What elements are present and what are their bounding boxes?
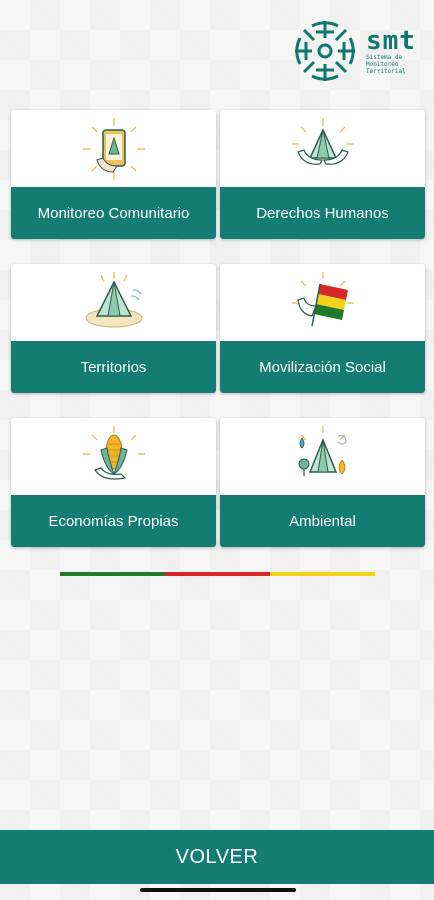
card-derechos-humanos[interactable]: Derechos Humanos	[220, 110, 425, 239]
flag-color-bar	[60, 572, 375, 576]
logo-subtitle: Sistema de Monitoreo Territorial	[366, 53, 406, 75]
logo-title: smt	[366, 25, 416, 56]
hut-landscape-icon	[85, 271, 142, 327]
phone-monitoring-icon	[82, 117, 145, 180]
fist-flag-icon	[291, 271, 354, 326]
card-monitoreo-comunitario[interactable]: Monitoreo Comunitario	[11, 110, 216, 239]
flag-green-segment	[60, 572, 165, 576]
card-label: Economías Propias	[11, 495, 216, 547]
card-label: Derechos Humanos	[220, 187, 425, 239]
corn-icon	[82, 425, 145, 480]
card-label: Territorios	[11, 341, 216, 393]
flag-red-segment	[165, 572, 270, 576]
card-territorios[interactable]: Territorios	[11, 264, 216, 393]
hands-hut-icon	[291, 117, 354, 165]
card-label: Monitoreo Comunitario	[11, 187, 216, 239]
environment-icon	[298, 425, 347, 476]
volver-button[interactable]: VOLVER	[0, 830, 434, 884]
category-grid: Monitoreo Comunitario Derechos Humanos T…	[11, 110, 425, 547]
flag-yellow-segment	[270, 572, 375, 576]
card-label: Movilización Social	[220, 341, 425, 393]
card-movilizacion-social[interactable]: Movilización Social	[220, 264, 425, 393]
card-label: Ambiental	[220, 495, 425, 547]
home-indicator[interactable]	[140, 888, 296, 892]
smt-logo: smt Sistema de Monitoreo Territorial	[292, 18, 420, 84]
card-economias-propias[interactable]: Economías Propias	[11, 418, 216, 547]
card-ambiental[interactable]: Ambiental	[220, 418, 425, 547]
smt-emblem-icon	[295, 21, 355, 81]
header: smt Sistema de Monitoreo Territorial	[0, 0, 434, 100]
